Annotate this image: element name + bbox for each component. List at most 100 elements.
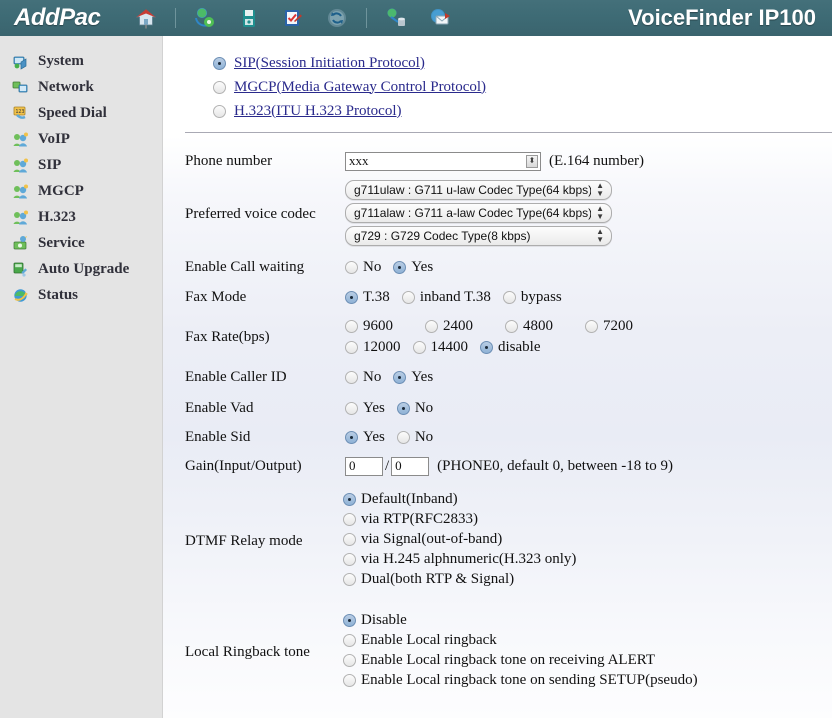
sidebar-item-auto-upgrade[interactable]: Auto Upgrade <box>0 256 162 282</box>
dtmf-option-h245-alphnumeric[interactable]: via H.245 alphnumeric(H.323 only) <box>343 551 576 568</box>
dtmf-radio-h245-alphnumeric[interactable] <box>343 553 356 566</box>
page-body: System Network 123 Speed Dial <box>0 36 832 718</box>
dtmf-option-signal-oob[interactable]: via Signal(out-of-band) <box>343 531 576 548</box>
dtmf-option-rtp-rfc2833[interactable]: via RTP(RFC2833) <box>343 511 576 528</box>
fax-mode-radio-t38[interactable] <box>345 291 358 304</box>
vad-radio-yes[interactable] <box>345 402 358 415</box>
fax-mode-radio-bypass[interactable] <box>503 291 516 304</box>
fax-mode-option-bypass[interactable]: bypass <box>503 289 562 306</box>
caller-id-radio-no[interactable] <box>345 371 358 384</box>
dtmf-option-dual[interactable]: Dual(both RTP & Signal) <box>343 571 576 588</box>
protocol-link-mgcp[interactable]: MGCP(Media Gateway Control Protocol) <box>234 79 486 96</box>
fax-rate-radio-2400[interactable] <box>425 320 438 333</box>
gain-input-field[interactable] <box>345 457 383 476</box>
edit-checklist-icon[interactable] <box>280 5 306 31</box>
call-waiting-option-no[interactable]: No <box>345 259 381 276</box>
reload-icon[interactable] <box>324 5 350 31</box>
phone-number-input[interactable] <box>345 152 541 171</box>
sidebar-item-label: SIP <box>38 157 61 174</box>
caller-id-radio-yes[interactable] <box>393 371 406 384</box>
codec-select-2[interactable]: g711alaw : G711 a-law Codec Type(64 kbps… <box>345 203 612 223</box>
ringback-radio-disable[interactable] <box>343 614 356 627</box>
fax-mode-option-inband[interactable]: inband T.38 <box>402 289 491 306</box>
call-waiting-option-yes[interactable]: Yes <box>393 259 433 276</box>
sid-option-no[interactable]: No <box>397 429 433 446</box>
sid-radio-yes[interactable] <box>345 431 358 444</box>
dtmf-option-dual-label: Dual(both RTP & Signal) <box>361 571 514 588</box>
ringback-radio-on-alert[interactable] <box>343 654 356 667</box>
caller-id-option-no[interactable]: No <box>345 369 381 386</box>
protocol-option-mgcp[interactable]: MGCP(Media Gateway Control Protocol) <box>213 76 832 98</box>
protocol-radio-mgcp[interactable] <box>213 81 226 94</box>
sidebar-item-system[interactable]: System <box>0 48 162 74</box>
sidebar-item-mgcp[interactable]: MGCP <box>0 178 162 204</box>
ringback-option-on-setup[interactable]: Enable Local ringback tone on sending SE… <box>343 672 698 689</box>
section-divider <box>185 132 832 133</box>
save-config-icon[interactable] <box>236 5 262 31</box>
dtmf-radio-dual[interactable] <box>343 573 356 586</box>
sidebar-item-service[interactable]: Service <box>0 230 162 256</box>
protocol-link-sip[interactable]: SIP(Session Initiation Protocol) <box>234 55 425 72</box>
dtmf-option-default-inband[interactable]: Default(Inband) <box>343 491 576 508</box>
sidebar-item-voip[interactable]: VoIP <box>0 126 162 152</box>
fax-mode-option-inband-label: inband T.38 <box>420 289 491 306</box>
codec-select-1[interactable]: g711ulaw : G711 u-law Codec Type(64 kbps… <box>345 180 612 200</box>
sidebar-item-h323[interactable]: H.323 <box>0 204 162 230</box>
fax-rate-radio-9600[interactable] <box>345 320 358 333</box>
network-server-icon[interactable] <box>383 5 409 31</box>
call-waiting-radio-no[interactable] <box>345 261 358 274</box>
fax-rate-option-14400-label: 14400 <box>431 339 469 356</box>
protocol-option-h323[interactable]: H.323(ITU H.323 Protocol) <box>213 100 832 122</box>
ringback-option-on-alert[interactable]: Enable Local ringback tone on receiving … <box>343 652 698 669</box>
sid-option-yes[interactable]: Yes <box>345 429 385 446</box>
network-config-icon[interactable] <box>192 5 218 31</box>
sidebar-item-status[interactable]: Status <box>0 282 162 308</box>
sidebar-item-sip[interactable]: SIP <box>0 152 162 178</box>
sid-option-yes-label: Yes <box>363 429 385 446</box>
vad-option-yes[interactable]: Yes <box>345 400 385 417</box>
ringback-radio-enable-local[interactable] <box>343 634 356 647</box>
fax-rate-option-2400[interactable]: 2400 <box>425 318 493 335</box>
protocol-radio-sip[interactable] <box>213 57 226 70</box>
fax-rate-option-4800[interactable]: 4800 <box>505 318 573 335</box>
home-icon[interactable] <box>133 5 159 31</box>
fax-rate-option-12000[interactable]: 12000 <box>345 339 401 356</box>
ringback-option-enable-local[interactable]: Enable Local ringback <box>343 632 698 649</box>
fax-rate-option-disable[interactable]: disable <box>480 339 541 356</box>
protocol-link-h323[interactable]: H.323(ITU H.323 Protocol) <box>234 103 401 120</box>
protocol-selector: SIP(Session Initiation Protocol) MGCP(Me… <box>163 36 832 122</box>
send-mail-icon[interactable] <box>427 5 453 31</box>
sidebar-item-speed-dial[interactable]: 123 Speed Dial <box>0 100 162 126</box>
caller-id-option-yes[interactable]: Yes <box>393 369 433 386</box>
sid-radio-no[interactable] <box>397 431 410 444</box>
main-content: SIP(Session Initiation Protocol) MGCP(Me… <box>163 36 832 718</box>
codec-select-3[interactable]: g729 : G729 Codec Type(8 kbps) <box>345 226 612 246</box>
fax-rate-radio-disable[interactable] <box>480 341 493 354</box>
vad-radio-no[interactable] <box>397 402 410 415</box>
fax-mode-option-t38[interactable]: T.38 <box>345 289 390 306</box>
dtmf-radio-signal-oob[interactable] <box>343 533 356 546</box>
fax-rate-radio-7200[interactable] <box>585 320 598 333</box>
ringback-radio-on-setup[interactable] <box>343 674 356 687</box>
fax-rate-option-14400[interactable]: 14400 <box>413 339 469 356</box>
ringback-option-disable[interactable]: Disable <box>343 612 698 629</box>
call-waiting-radio-yes[interactable] <box>393 261 406 274</box>
gain-output-field[interactable] <box>391 457 429 476</box>
fax-rate-option-9600[interactable]: 9600 <box>345 318 413 335</box>
enable-vad-label: Enable Vad <box>185 400 345 417</box>
sidebar-item-label: System <box>38 53 84 70</box>
fax-rate-radio-4800[interactable] <box>505 320 518 333</box>
protocol-radio-h323[interactable] <box>213 105 226 118</box>
h323-icon <box>12 209 29 226</box>
vad-option-no[interactable]: No <box>397 400 433 417</box>
fax-mode-radio-inband[interactable] <box>402 291 415 304</box>
fax-rate-radio-14400[interactable] <box>413 341 426 354</box>
service-icon <box>12 235 29 252</box>
dtmf-radio-default-inband[interactable] <box>343 493 356 506</box>
fax-rate-radio-12000[interactable] <box>345 341 358 354</box>
fax-rate-option-7200[interactable]: 7200 <box>585 318 653 335</box>
phone-number-stepper[interactable]: ⬍ <box>526 155 538 168</box>
sidebar-item-network[interactable]: Network <box>0 74 162 100</box>
protocol-option-sip[interactable]: SIP(Session Initiation Protocol) <box>213 52 832 74</box>
dtmf-radio-rtp-rfc2833[interactable] <box>343 513 356 526</box>
